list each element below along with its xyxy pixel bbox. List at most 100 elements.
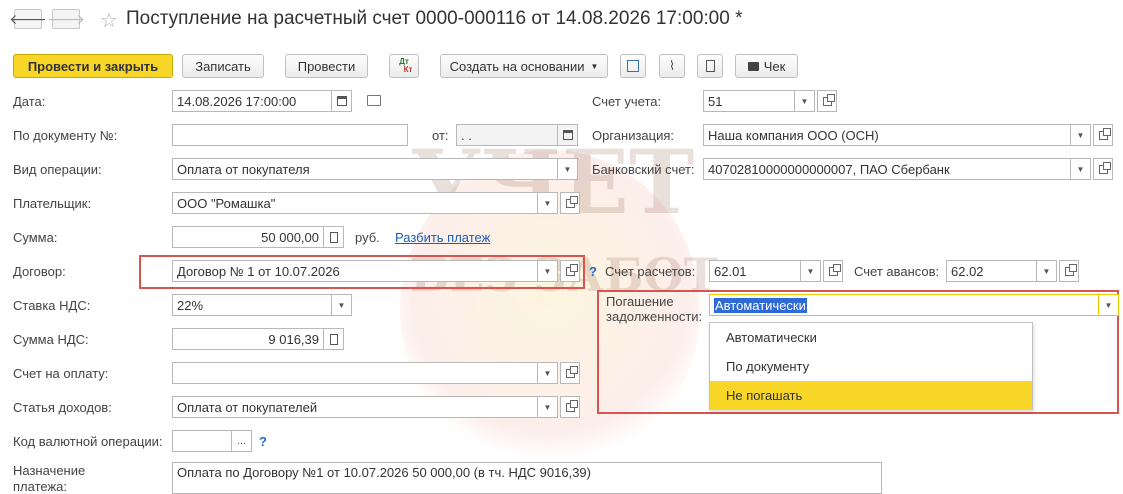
post-button[interactable]: Провести <box>285 54 368 78</box>
settlement-account-field[interactable]: 62.01 <box>709 260 801 282</box>
income-item-open-button[interactable] <box>560 396 580 418</box>
advance-account-field[interactable]: 62.02 <box>946 260 1037 282</box>
advance-account-dropdown-button[interactable]: ▼ <box>1037 260 1057 282</box>
receipt-label: Чек <box>763 58 786 74</box>
save-button[interactable]: Записать <box>182 54 264 78</box>
vat-amount-field[interactable]: 9 016,39 <box>172 328 324 350</box>
calendar-icon <box>562 130 573 140</box>
calculator-icon <box>329 231 338 243</box>
debt-repayment-label-2: задолженности: <box>606 309 703 324</box>
open-icon <box>822 93 835 106</box>
payer-open-button[interactable] <box>560 192 580 214</box>
amount-field[interactable]: 50 000,00 <box>172 226 324 248</box>
organization-open-button[interactable] <box>1093 124 1113 146</box>
organization-field[interactable]: Наша компания ООО (ОСН) <box>703 124 1071 146</box>
paperclip-icon: ⌇ <box>668 58 676 73</box>
open-icon <box>565 263 578 276</box>
advance-account-open-button[interactable] <box>1059 260 1079 282</box>
dtkt-button[interactable]: Дт Кт <box>389 54 419 78</box>
calculator-icon <box>329 333 338 345</box>
settlement-account-label: Счет расчетов: <box>605 264 696 279</box>
vat-amount-label: Сумма НДС: <box>13 332 89 347</box>
debt-repayment-label-1: Погашение <box>606 294 674 309</box>
debt-repayment-dropdown-list: Автоматически По документу Не погашать <box>709 322 1033 410</box>
page-title: Поступление на расчетный счет 0000-00011… <box>126 8 743 29</box>
vat-rate-label: Ставка НДС: <box>13 298 91 313</box>
doc-date-calendar-button[interactable] <box>558 124 578 146</box>
arrow-left-icon: 🡐 <box>9 10 47 27</box>
amount-label: Сумма: <box>13 230 58 245</box>
purpose-textarea[interactable]: Оплата по Договору №1 от 10.07.2026 50 0… <box>172 462 882 494</box>
income-item-label: Статья доходов: <box>13 400 112 415</box>
bank-account-label: Банковский счет: <box>592 162 695 177</box>
organization-dropdown-button[interactable]: ▼ <box>1071 124 1091 146</box>
dtkt-icon-bottom: Кт <box>403 65 413 74</box>
vat-amount-calculator-button[interactable] <box>324 328 344 350</box>
debt-repayment-option-by-document[interactable]: По документу <box>710 352 1032 381</box>
amount-calculator-button[interactable] <box>324 226 344 248</box>
forward-button[interactable]: 🡒 <box>47 9 85 29</box>
invoice-label: Счет на оплату: <box>13 366 109 381</box>
purpose-label-1: Назначение <box>13 463 86 478</box>
doc-number-field[interactable] <box>172 124 408 146</box>
receipt-button[interactable]: Чек <box>735 54 798 78</box>
operation-label: Вид операции: <box>13 162 102 177</box>
advance-account-label: Счет авансов: <box>854 264 940 279</box>
invoice-dropdown-button[interactable]: ▼ <box>538 362 558 384</box>
account-field[interactable]: 51 <box>703 90 795 112</box>
document-icon <box>705 60 715 72</box>
contract-help-icon[interactable]: ? <box>589 264 597 279</box>
post-and-close-button[interactable]: Провести и закрыть <box>13 54 173 78</box>
purpose-label-2: платежа: <box>13 479 67 494</box>
split-payment-link[interactable]: Разбить платеж <box>395 230 490 245</box>
income-item-field[interactable]: Оплата от покупателей <box>172 396 538 418</box>
attach-button[interactable]: ⌇ <box>659 54 685 78</box>
settlement-account-dropdown-button[interactable]: ▼ <box>801 260 821 282</box>
create-based-on-button[interactable]: Создать на основании ▼ <box>440 54 608 78</box>
structure-button[interactable] <box>620 54 646 78</box>
bank-account-field[interactable]: 40702810000000000007, ПАО Сбербанк <box>703 158 1071 180</box>
contract-field[interactable]: Договор № 1 от 10.07.2026 <box>172 260 538 282</box>
currency-op-help-icon[interactable]: ? <box>259 434 267 449</box>
star-icon[interactable]: ☆ <box>100 8 118 33</box>
date-label: Дата: <box>13 94 46 109</box>
create-based-label: Создать на основании <box>449 58 585 74</box>
report-button[interactable] <box>697 54 723 78</box>
vat-rate-dropdown-button[interactable]: ▼ <box>332 294 352 316</box>
account-dropdown-button[interactable]: ▼ <box>795 90 815 112</box>
date-field[interactable]: 14.08.2026 17:00:00 <box>172 90 332 112</box>
account-open-button[interactable] <box>817 90 837 112</box>
bank-account-dropdown-button[interactable]: ▼ <box>1071 158 1091 180</box>
dropdown-arrow-icon: ▼ <box>590 61 599 71</box>
bank-account-open-button[interactable] <box>1093 158 1113 180</box>
debt-repayment-dropdown-button[interactable]: ▼ <box>1099 294 1119 316</box>
doc-date-field[interactable]: . . <box>456 124 558 146</box>
operation-dropdown-button[interactable]: ▼ <box>558 158 578 180</box>
open-icon <box>1098 127 1111 140</box>
currency-op-field[interactable] <box>172 430 232 452</box>
debt-repayment-option-auto[interactable]: Автоматически <box>710 323 1032 352</box>
payer-dropdown-button[interactable]: ▼ <box>538 192 558 214</box>
vat-rate-field[interactable]: 22% <box>172 294 332 316</box>
date-calendar-button[interactable] <box>332 90 352 112</box>
debt-repayment-option-do-not-repay[interactable]: Не погашать <box>710 381 1032 410</box>
back-button[interactable]: 🡐 <box>9 9 47 29</box>
payer-field[interactable]: ООО "Ромашка" <box>172 192 538 214</box>
calendar-icon <box>336 96 347 106</box>
contract-open-button[interactable] <box>560 260 580 282</box>
open-icon <box>1064 263 1077 276</box>
income-item-dropdown-button[interactable]: ▼ <box>538 396 558 418</box>
organization-label: Организация: <box>592 128 675 143</box>
settlement-account-open-button[interactable] <box>823 260 843 282</box>
debt-repayment-field[interactable]: Автоматически <box>709 294 1099 316</box>
comment-icon[interactable] <box>367 95 381 106</box>
currency-op-select-button[interactable]: ... <box>232 430 252 452</box>
contract-label: Договор: <box>13 264 66 279</box>
invoice-field[interactable] <box>172 362 538 384</box>
open-icon <box>565 399 578 412</box>
open-icon <box>1098 161 1111 174</box>
debt-repayment-value: Автоматически <box>714 297 807 313</box>
invoice-open-button[interactable] <box>560 362 580 384</box>
contract-dropdown-button[interactable]: ▼ <box>538 260 558 282</box>
operation-field[interactable]: Оплата от покупателя <box>172 158 558 180</box>
